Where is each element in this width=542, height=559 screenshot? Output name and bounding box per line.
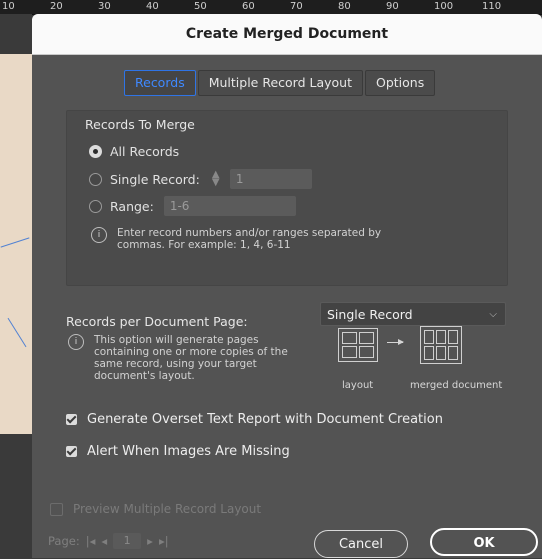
range-input[interactable]: 1-6 <box>163 196 296 216</box>
alert-images-checkbox[interactable] <box>66 446 77 457</box>
chevron-down-icon: ⌵ <box>489 309 497 320</box>
records-per-page-hint: i This option will generate pages contai… <box>68 334 300 382</box>
merged-document-diagram <box>420 326 462 364</box>
page-navigation: Page: |◂ ◂ 1 ▸ ▸| <box>48 533 169 549</box>
layout-caption: layout <box>342 380 374 391</box>
single-record-radio[interactable] <box>89 172 102 186</box>
ruler-mark: 60 <box>242 1 255 12</box>
ruler-mark: 80 <box>338 1 351 12</box>
dialog-tabs: Records Multiple Record Layout Options <box>124 70 437 96</box>
records-per-page-hint-text: This option will generate pages containi… <box>94 334 288 382</box>
overset-report-label: Generate Overset Text Report with Docume… <box>87 412 443 427</box>
next-page-icon[interactable]: ▸ <box>147 534 153 548</box>
range-option[interactable]: Range: 1-6 <box>89 196 296 216</box>
arrow-right-icon <box>387 339 404 345</box>
ruler-mark: 50 <box>194 1 207 12</box>
dialog-title: Create Merged Document <box>185 26 389 42</box>
records-per-page-value: Single Record <box>327 307 413 322</box>
create-merged-document-dialog: Create Merged Document Records Multiple … <box>32 14 542 558</box>
overset-report-checkbox[interactable] <box>66 414 77 425</box>
horizontal-ruler: 10 20 30 40 50 60 70 80 90 100 110 <box>0 0 542 15</box>
cancel-button[interactable]: Cancel <box>314 530 408 558</box>
preview-option[interactable]: Preview Multiple Record Layout <box>50 502 261 516</box>
ruler-mark: 110 <box>482 1 502 12</box>
records-hint-text: Enter record numbers and/or ranges separ… <box>117 227 382 251</box>
all-records-label: All Records <box>110 144 180 159</box>
single-record-input[interactable]: 1 <box>229 169 312 189</box>
preview-checkbox[interactable] <box>50 502 63 516</box>
merged-document-caption: merged document <box>410 380 503 391</box>
page-label: Page: <box>48 534 80 548</box>
records-per-page-select[interactable]: Single Record ⌵ <box>320 302 506 326</box>
preview-label: Preview Multiple Record Layout <box>73 502 262 516</box>
range-label: Range: <box>110 198 154 214</box>
records-per-page-label: Records per Document Page: <box>66 314 248 329</box>
info-icon: i <box>91 227 107 243</box>
tab-options[interactable]: Options <box>364 70 436 96</box>
alert-images-label: Alert When Images Are Missing <box>87 444 290 459</box>
page-number-input[interactable]: 1 <box>113 533 142 549</box>
ok-button[interactable]: OK <box>430 528 538 556</box>
records-to-merge-title: Records To Merge <box>85 117 195 132</box>
records-hint: i Enter record numbers and/or ranges sep… <box>91 227 391 251</box>
alert-images-option[interactable]: Alert When Images Are Missing <box>66 444 290 459</box>
ruler-mark: 20 <box>50 1 63 12</box>
dialog-titlebar: Create Merged Document <box>32 14 542 55</box>
ruler-mark: 90 <box>386 1 399 12</box>
document-canvas <box>0 14 32 558</box>
single-record-option[interactable]: Single Record: ▲ ▼ 1 <box>89 169 312 189</box>
info-icon: i <box>68 334 84 350</box>
last-page-icon[interactable]: ▸| <box>159 534 169 548</box>
all-records-radio[interactable] <box>89 145 102 158</box>
stepper-icon[interactable]: ▲ ▼ <box>212 170 224 188</box>
range-radio[interactable] <box>89 199 102 213</box>
previous-page-icon[interactable]: ◂ <box>101 534 107 548</box>
layout-diagram <box>338 328 378 362</box>
ruler-mark: 10 <box>2 1 15 12</box>
overset-report-option[interactable]: Generate Overset Text Report with Docume… <box>66 412 443 427</box>
ruler-mark: 30 <box>98 1 111 12</box>
records-to-merge-panel: Records To Merge All Records Single Reco… <box>66 110 508 286</box>
tab-multiple-record-layout[interactable]: Multiple Record Layout <box>197 70 363 96</box>
ruler-mark: 100 <box>434 1 454 12</box>
first-page-icon[interactable]: |◂ <box>86 534 96 548</box>
ruler-mark: 40 <box>146 1 159 12</box>
ruler-mark: 70 <box>290 1 303 12</box>
all-records-option[interactable]: All Records <box>89 144 179 159</box>
tab-records[interactable]: Records <box>124 70 196 96</box>
single-record-label: Single Record: <box>110 171 200 187</box>
